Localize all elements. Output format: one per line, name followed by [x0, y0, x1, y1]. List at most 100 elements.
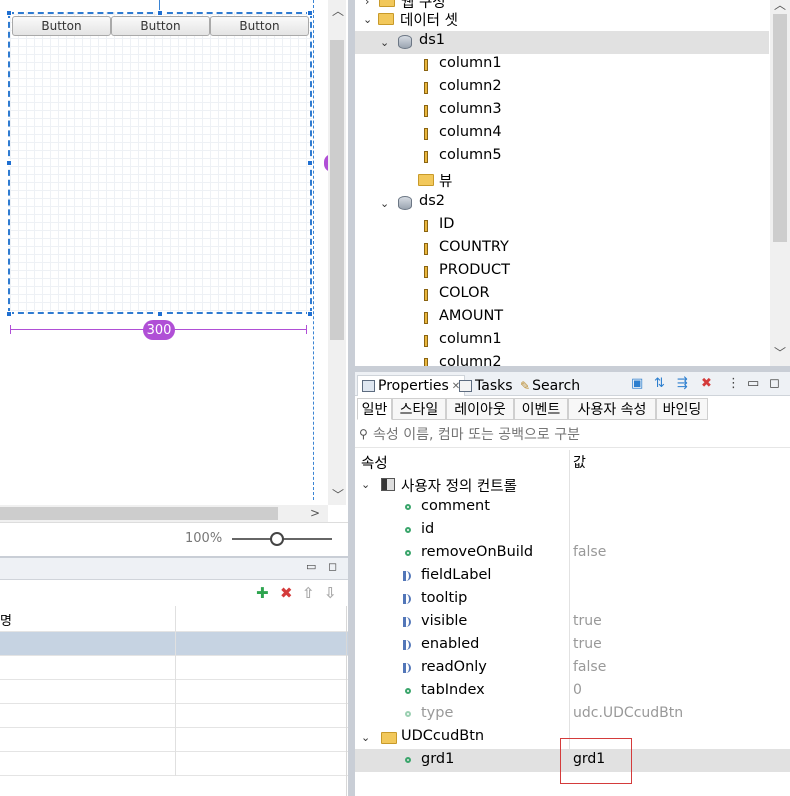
resize-handle-b[interactable] — [157, 311, 163, 317]
tab-user-attributes[interactable]: 사용자 속성 — [568, 398, 656, 420]
table-row[interactable] — [0, 632, 348, 656]
column-icon — [424, 289, 428, 301]
property-row[interactable]: fieldLabel — [355, 565, 790, 588]
tree-item-ds1[interactable]: ⌄ ds1 — [355, 31, 769, 54]
tree-item-view[interactable]: 뷰 — [355, 169, 769, 192]
move-up-icon[interactable]: ⇧ — [302, 584, 315, 602]
tree-item-column[interactable]: column1 — [355, 54, 769, 77]
restore-default-icon[interactable]: ✖ — [701, 376, 712, 391]
tree-item-column[interactable]: COUNTRY — [355, 238, 769, 261]
add-icon[interactable]: ✚ — [256, 584, 269, 602]
chevron-up-icon[interactable]: ︿ — [332, 2, 344, 19]
table-row[interactable] — [0, 656, 348, 680]
canvas-horizontal-scrollbar[interactable]: > — [0, 505, 328, 522]
resize-handle-tl[interactable] — [6, 10, 12, 16]
property-row[interactable]: type udc.UDCcudBtn — [355, 703, 790, 726]
chevron-down-icon[interactable]: ⌄ — [363, 13, 372, 26]
chevron-right-icon[interactable]: > — [310, 506, 320, 520]
dataset-icon — [398, 196, 412, 210]
property-row[interactable]: enabled true — [355, 634, 790, 657]
design-button-2[interactable]: Button — [111, 16, 210, 36]
minimize-icon[interactable]: ▭ — [747, 376, 759, 391]
property-row[interactable]: removeOnBuild false — [355, 542, 790, 565]
view-menu-icon[interactable]: ⋮ — [727, 376, 740, 391]
sort-az-icon[interactable]: ⇅ — [654, 376, 665, 391]
chevron-down-icon[interactable]: ﹀ — [332, 486, 344, 503]
show-categories-icon[interactable]: ▣ — [631, 376, 643, 391]
property-group-row[interactable]: ⌄ 사용자 정의 컨트롤 — [355, 473, 790, 496]
speaker-icon — [403, 663, 411, 673]
maximize-icon[interactable]: ◻ — [328, 560, 337, 573]
tree-item-column[interactable]: AMOUNT — [355, 307, 769, 330]
table-cell — [0, 704, 176, 728]
tree-item-column[interactable]: column2 — [355, 353, 769, 366]
tab-tasks[interactable]: Tasks — [459, 375, 513, 396]
tab-general[interactable]: 일반 — [357, 398, 392, 420]
tree-vertical-scrollbar[interactable]: ︿ ﹀ — [770, 0, 790, 366]
property-row[interactable]: tabIndex 0 — [355, 680, 790, 703]
table-row[interactable] — [0, 728, 348, 752]
tab-layout[interactable]: 레이아웃 — [446, 398, 514, 420]
property-value[interactable]: false — [573, 544, 606, 560]
tree-item-column[interactable]: column2 — [355, 77, 769, 100]
table-cell — [0, 632, 176, 656]
tree-item-column[interactable]: ID — [355, 215, 769, 238]
canvas-vscroll-thumb[interactable] — [330, 40, 344, 340]
canvas-vertical-scrollbar[interactable]: ︿ ﹀ — [328, 0, 346, 505]
delete-icon[interactable]: ✖ — [280, 584, 293, 602]
property-filter-input[interactable] — [373, 425, 783, 445]
property-value[interactable]: false — [573, 659, 606, 675]
tab-properties[interactable]: Properties ✕ — [357, 375, 466, 396]
table-row[interactable] — [0, 704, 348, 728]
property-row[interactable]: id — [355, 519, 790, 542]
tree-vscroll-thumb[interactable] — [773, 14, 787, 242]
property-row[interactable]: tooltip — [355, 588, 790, 611]
filter-advanced-icon[interactable]: ⇶ — [677, 376, 688, 391]
zoom-slider-knob[interactable] — [270, 532, 284, 546]
chevron-up-icon[interactable]: ︿ — [774, 0, 786, 13]
tree-item-column[interactable]: column1 — [355, 330, 769, 353]
dot-icon — [405, 688, 411, 694]
minimize-icon[interactable]: ▭ — [306, 560, 316, 573]
column-header-value: 값 — [573, 455, 586, 471]
column-icon — [424, 82, 428, 94]
chevron-down-icon[interactable]: ⌄ — [361, 478, 370, 491]
design-canvas[interactable]: Button Button Button 300 — [0, 0, 332, 505]
property-value[interactable]: 0 — [573, 682, 582, 698]
chevron-down-icon[interactable]: ⌄ — [380, 197, 389, 210]
property-row[interactable]: comment — [355, 496, 790, 519]
tab-binding[interactable]: 바인딩 — [656, 398, 708, 420]
selected-udc-control[interactable]: Button Button Button — [8, 12, 312, 314]
tree-item-column[interactable]: column3 — [355, 100, 769, 123]
tab-style[interactable]: 스타일 — [392, 398, 446, 420]
tree-item-column[interactable]: COLOR — [355, 284, 769, 307]
table-row[interactable] — [0, 680, 348, 704]
move-down-icon[interactable]: ⇩ — [324, 584, 337, 602]
vertical-splitter[interactable] — [348, 0, 355, 796]
tab-search[interactable]: ✎ Search — [520, 375, 580, 396]
resize-handle-t[interactable] — [157, 10, 163, 16]
resize-handle-bl[interactable] — [6, 311, 12, 317]
property-value[interactable]: true — [573, 613, 602, 629]
dot-icon — [405, 757, 411, 763]
tab-events[interactable]: 이벤트 — [514, 398, 568, 420]
property-value[interactable]: true — [573, 636, 602, 652]
resize-handle-l[interactable] — [6, 160, 12, 166]
chevron-down-icon[interactable]: ⌄ — [361, 731, 370, 744]
chevron-down-icon[interactable]: ⌄ — [380, 36, 389, 49]
tree-item-label: ds1 — [419, 32, 445, 48]
tree-item-column[interactable]: column4 — [355, 123, 769, 146]
property-row[interactable]: readOnly false — [355, 657, 790, 680]
property-row[interactable]: visible true — [355, 611, 790, 634]
chevron-down-icon[interactable]: ﹀ — [774, 344, 786, 361]
tree-item-column[interactable]: PRODUCT — [355, 261, 769, 284]
chevron-right-icon[interactable]: › — [365, 0, 369, 8]
maximize-icon[interactable]: ◻ — [769, 376, 780, 391]
table-row[interactable] — [0, 752, 348, 776]
design-button-1[interactable]: Button — [12, 16, 111, 36]
design-button-3[interactable]: Button — [210, 16, 309, 36]
canvas-hscroll-thumb[interactable] — [0, 507, 278, 520]
tree-item-datasets[interactable]: ⌄ 데이터 셋 — [355, 8, 769, 31]
tree-item-ds2[interactable]: ⌄ ds2 — [355, 192, 769, 215]
tree-item-column[interactable]: column5 — [355, 146, 769, 169]
